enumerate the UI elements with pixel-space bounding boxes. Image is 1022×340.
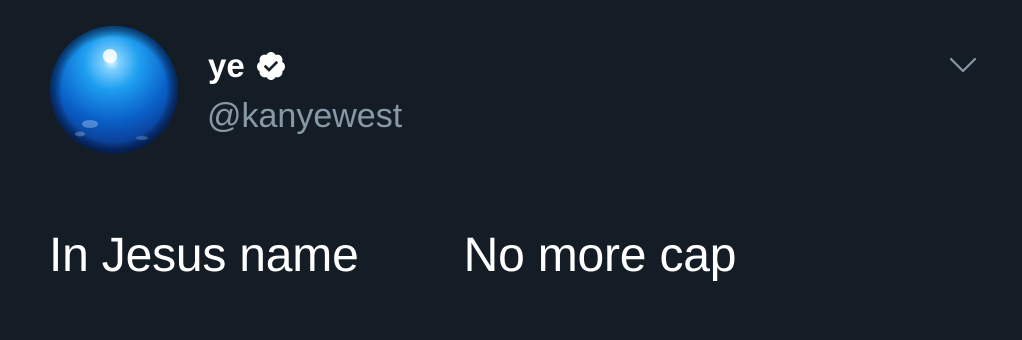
avatar-image [50, 26, 178, 154]
tweet-menu-button[interactable] [944, 50, 982, 80]
verified-badge-icon [255, 50, 287, 82]
author-handle[interactable]: @kanyewest [207, 96, 402, 136]
tweet-card: ye @kanyewest In Jesus name No more cap [0, 0, 1022, 340]
author-display-name[interactable]: ye [208, 46, 287, 86]
chevron-down-icon [949, 57, 977, 73]
display-name-text: ye [208, 47, 245, 84]
tweet-text: In Jesus name No more cap [49, 229, 737, 282]
avatar[interactable] [50, 26, 178, 154]
